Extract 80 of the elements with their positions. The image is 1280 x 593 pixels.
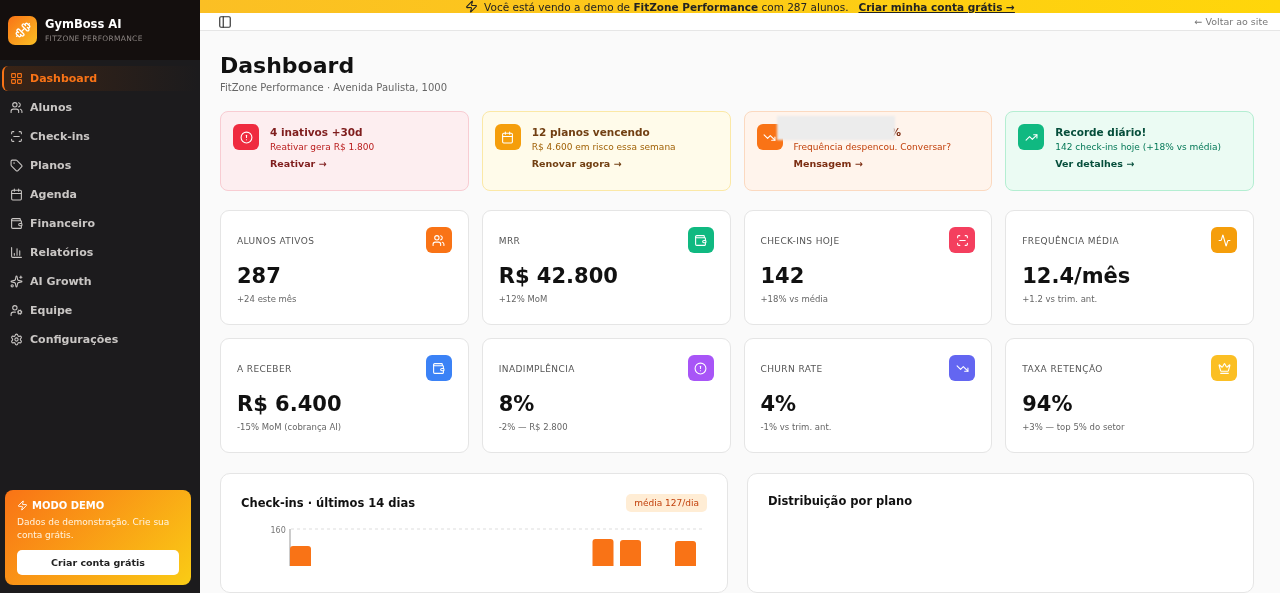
kpi-note: +3% — top 5% do setor: [1022, 422, 1126, 432]
sidebar-item[interactable]: AI Growth: [2, 269, 198, 294]
settings-icon: [10, 333, 23, 346]
y-axis-line: [289, 528, 291, 566]
average-badge: média 127/dia: [626, 494, 707, 512]
panel-title: Check-ins · últimos 14 dias: [241, 496, 416, 510]
chart-bar: [289, 546, 311, 566]
dumbbell-logo-icon: [8, 15, 37, 45]
alert-text: Reativar gera R$ 1.800: [270, 142, 375, 152]
kpi-note: +18% vs média: [760, 294, 829, 304]
kpi-label: TAXA RETENÇÃO: [1022, 364, 1103, 374]
demo-text: Dados de demonstração. Crie sua conta grátis.: [17, 516, 171, 542]
chart-bar: [674, 541, 696, 566]
alert-action-link[interactable]: Ver detalhes →: [1055, 158, 1135, 169]
panel-title: Distribuição por plano: [768, 494, 914, 508]
kpi-label: INADIMPLÊNCIA: [498, 364, 575, 374]
wallet-icon: [10, 217, 23, 230]
page-subtitle: FitZone Performance · Avenida Paulista, 1000: [220, 82, 449, 93]
sidebar-item[interactable]: Financeiro: [2, 211, 198, 236]
kpi-label: CHURN RATE: [760, 364, 823, 374]
create-account-link[interactable]: Criar minha conta grátis →: [858, 0, 1015, 13]
sidebar-item[interactable]: Relatórios: [2, 240, 198, 265]
back-link[interactable]: ← Voltar ao site: [1194, 16, 1268, 27]
grid-icon: [10, 72, 23, 85]
alert-text: 142 check-ins hoje (+18% vs média): [1055, 142, 1222, 152]
kpi-label: CHECK-INS HOJE: [760, 236, 840, 246]
alert-icon: [233, 124, 259, 150]
kpi-note: +24 este mês: [237, 294, 298, 304]
scan-icon: [10, 130, 23, 143]
kpi-value: 4%: [760, 392, 798, 416]
kpi-note: -1% vs trim. ant.: [760, 422, 833, 432]
lightning-icon: [17, 500, 28, 511]
brand-name: GymBoss AI: [45, 17, 123, 31]
bar-chart-icon: [10, 246, 23, 259]
demo-title: MODO DEMO: [32, 500, 105, 511]
banner-text: Você está vendo a demo de FitZone Performance com 287 alunos.: [484, 0, 849, 13]
kpi-value: 8%: [498, 392, 536, 416]
sidebar-item[interactable]: Check-ins: [2, 124, 198, 149]
kpi-label: A RECEBER: [237, 364, 292, 374]
kpi-value: 12.4/mês: [1022, 264, 1132, 288]
kpi-value: 142: [760, 264, 806, 288]
kpi-note: -2% — R$ 2.800: [498, 422, 569, 432]
kpi-note: +12% MoM: [498, 294, 549, 304]
alert-title: 4 inativos +30d: [270, 126, 364, 138]
alert-action-link[interactable]: Reativar →: [270, 158, 327, 169]
kpi-value: 94%: [1022, 392, 1074, 416]
sparkles-icon: [10, 275, 23, 288]
sidebar-item[interactable]: Agenda: [2, 182, 198, 207]
kpi-value: R$ 42.800: [498, 264, 619, 288]
alert-icon: [1018, 124, 1045, 150]
alert-text: R$ 4.600 em risco essa semana: [531, 142, 676, 152]
sidebar-item[interactable]: Equipe: [2, 298, 198, 323]
alert-title: 12 planos vencendo: [531, 126, 651, 138]
sidebar-toggle-icon[interactable]: [218, 14, 232, 29]
user-gear-icon: [10, 304, 23, 317]
axis-tick-label: 160: [269, 526, 287, 537]
kpi-note: +1.2 vs trim. ant.: [1022, 294, 1099, 304]
chart-bar: [592, 539, 614, 566]
calendar-icon: [10, 188, 23, 201]
alert-action-link[interactable]: Mensagem →: [793, 158, 863, 169]
alert-title: Recorde diário!: [1055, 126, 1148, 138]
sidebar-item[interactable]: Planos: [2, 153, 198, 178]
chart-bar: [619, 540, 641, 566]
lightning-icon: [465, 0, 479, 13]
alert-icon: [756, 124, 783, 150]
sidebar-item[interactable]: Alunos: [2, 95, 198, 120]
kpi-label: FREQUÊNCIA MÉDIA: [1022, 236, 1119, 246]
kpi-value: R$ 6.400: [237, 392, 343, 416]
create-account-button[interactable]: Criar conta grátis: [17, 550, 179, 575]
page-title: Dashboard: [220, 53, 356, 78]
tag-icon: [10, 159, 23, 172]
sidebar-item[interactable]: Configurações: [2, 327, 198, 352]
alert-text: Frequência despencou. Conversar?: [793, 142, 952, 152]
kpi-label: ALUNOS ATIVOS: [237, 236, 315, 246]
alert-action-link[interactable]: Renovar agora →: [531, 158, 622, 169]
kpi-value: 287: [237, 264, 282, 288]
users-icon: [10, 101, 23, 114]
alert-icon: [494, 124, 521, 150]
kpi-label: MRR: [498, 236, 521, 246]
kpi-note: -15% MoM (cobrança AI): [237, 422, 343, 432]
